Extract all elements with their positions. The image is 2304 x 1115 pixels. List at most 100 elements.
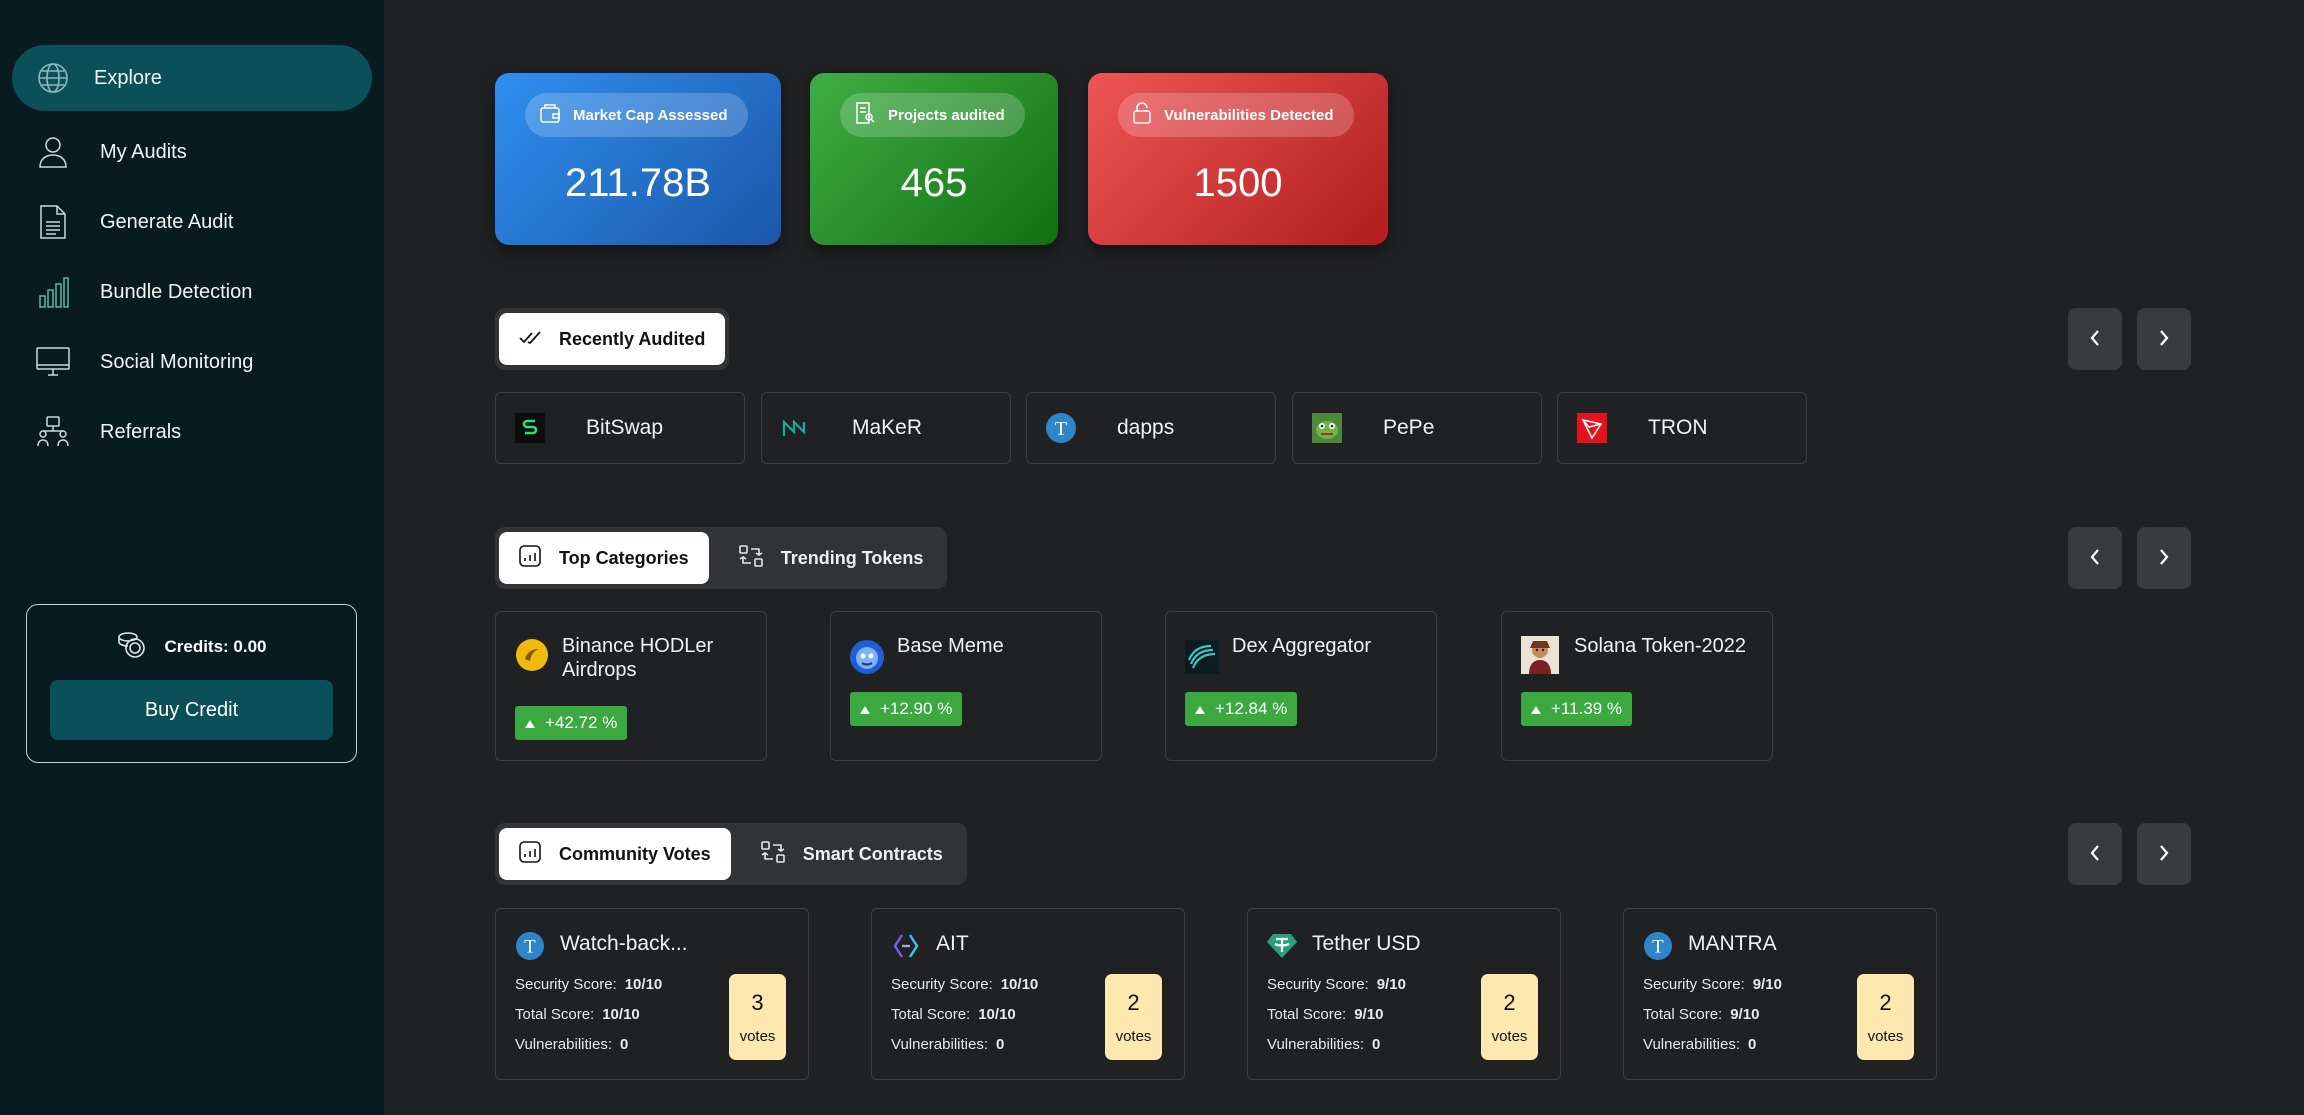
recent-token-dapps[interactable]: T dapps: [1026, 392, 1276, 464]
recent-token-maker[interactable]: MaKeR: [761, 392, 1011, 464]
vulnerabilities-label: Vulnerabilities:: [515, 1036, 612, 1053]
votes-badge[interactable]: 2 votes: [1857, 974, 1914, 1060]
total-score-row: Total Score: 10/10: [891, 1006, 1016, 1023]
votes-label: votes: [1115, 1028, 1152, 1045]
recently-audited-tabs: Recently Audited: [495, 308, 730, 370]
security-score-label: Security Score:: [891, 976, 993, 993]
tab-smart-contracts[interactable]: Smart Contracts: [741, 828, 963, 880]
stat-value: 1500: [1193, 161, 1283, 205]
stat-card-market-cap: Market Cap Assessed 211.78B: [495, 73, 781, 245]
recent-prev-button[interactable]: [2068, 308, 2122, 370]
votes-count: 2: [1127, 990, 1140, 1015]
triangle-up-icon: [860, 699, 870, 719]
tab-label: Recently Audited: [559, 328, 706, 349]
nav-label: My Audits: [100, 140, 187, 163]
stat-label: Market Cap Assessed: [573, 106, 728, 124]
transfer-icon: [760, 840, 785, 868]
change-value: +42.72 %: [545, 713, 618, 732]
security-score-label: Security Score:: [1643, 976, 1745, 993]
recent-token-pepe[interactable]: PePe: [1292, 392, 1542, 464]
nav-item-referrals[interactable]: Referrals: [12, 399, 372, 465]
chevron-left-icon: [2089, 548, 2101, 569]
change-value: +11.39 %: [1551, 699, 1623, 718]
vulnerabilities-label: Vulnerabilities:: [891, 1036, 988, 1053]
maker-logo-icon: [780, 412, 812, 444]
tab-label: Trending Tokens: [780, 547, 924, 568]
coins-icon: [116, 629, 146, 664]
category-name: Dex Aggregator: [1232, 635, 1371, 657]
recent-next-button[interactable]: [2137, 308, 2191, 370]
vote-card[interactable]: Tether USD Security Score: 9/10 Total Sco…: [1247, 908, 1561, 1080]
chevron-right-icon: [2158, 329, 2170, 350]
category-card[interactable]: Dex Aggregator +12.84 %: [1165, 611, 1437, 761]
vote-card[interactable]: T Watch-back... Security Score: 10/10 Tot…: [495, 908, 809, 1080]
vulnerabilities-value: 0: [1372, 1036, 1381, 1053]
security-score-row: Security Score: 9/10: [1643, 976, 1782, 993]
change-value: +12.90 %: [880, 699, 953, 718]
nav-item-explore[interactable]: Explore: [12, 45, 372, 111]
stat-card-vulnerabilities: Vulnerabilities Detected 1500: [1088, 73, 1388, 245]
votes-badge[interactable]: 2 votes: [1481, 974, 1538, 1060]
category-name: Base Meme: [897, 635, 1004, 657]
votes-badge[interactable]: 3 votes: [729, 974, 786, 1060]
wallet-icon: [539, 102, 561, 128]
nav-label: Explore: [94, 66, 162, 89]
change-value: +12.84 %: [1215, 699, 1288, 718]
tab-community-votes[interactable]: Community Votes: [499, 828, 731, 880]
nav-item-social-monitoring[interactable]: Social Monitoring: [12, 329, 372, 395]
votes-label: votes: [739, 1028, 776, 1045]
nav-label: Referrals: [100, 420, 182, 443]
votes-label: votes: [1867, 1028, 1904, 1045]
globe-icon: [36, 61, 70, 95]
stat-label-pill: Market Cap Assessed: [525, 93, 748, 137]
network-icon: [36, 415, 70, 449]
recent-token-tron[interactable]: TRON: [1557, 392, 1807, 464]
security-score-value: 10/10: [624, 976, 663, 993]
tab-top-categories[interactable]: Top Categories: [499, 532, 709, 584]
buy-credit-button[interactable]: Buy Credit: [50, 680, 333, 740]
tab-trending-tokens[interactable]: Trending Tokens: [719, 532, 944, 584]
security-score-value: 9/10: [1376, 976, 1406, 993]
votes-count: 2: [1879, 990, 1892, 1015]
votes-badge[interactable]: 2 votes: [1105, 974, 1162, 1060]
tab-recently-audited[interactable]: Recently Audited: [499, 313, 726, 365]
transfer-icon: [738, 544, 763, 572]
svg-text:T: T: [1652, 937, 1664, 958]
vulnerabilities-label: Vulnerabilities:: [1643, 1036, 1740, 1053]
security-score-row: Security Score: 9/10: [1267, 976, 1406, 993]
community-next-button[interactable]: [2137, 823, 2191, 885]
nav-label: Social Monitoring: [100, 350, 254, 373]
categories-prev-button[interactable]: [2068, 527, 2122, 589]
security-score-row: Security Score: 10/10: [891, 976, 1038, 993]
credits-balance: Credits: 0.00: [164, 636, 267, 656]
vote-card[interactable]: T MANTRA Security Score: 9/10 Total Score…: [1623, 908, 1937, 1080]
recent-token-bitswap[interactable]: BitSwap: [495, 392, 745, 464]
tab-label: Top Categories: [559, 547, 689, 568]
total-score-value: 10/10: [602, 1006, 640, 1023]
category-card[interactable]: Base Meme +12.90 %: [830, 611, 1102, 761]
bitswap-logo-icon: [514, 412, 546, 444]
security-score-row: Security Score: 10/10: [515, 976, 662, 993]
chevron-left-icon: [2089, 844, 2101, 865]
solana-token-logo-icon: [1521, 636, 1559, 674]
categories-next-button[interactable]: [2137, 527, 2191, 589]
token-name: dapps: [1117, 416, 1175, 439]
category-name: Binance HODLer Airdrops: [562, 635, 714, 681]
change-badge: +12.90 %: [850, 692, 963, 726]
tether-t-logo-icon: T: [1045, 412, 1077, 444]
vote-card[interactable]: AIT Security Score: 10/10 Total Score: 10/…: [871, 908, 1185, 1080]
nav-item-bundle-detection[interactable]: Bundle Detection: [12, 259, 372, 325]
vulnerabilities-row: Vulnerabilities: 0: [1267, 1036, 1380, 1053]
community-prev-button[interactable]: [2068, 823, 2122, 885]
audit-report-icon: [854, 102, 876, 128]
bar-chart-icon: [36, 275, 70, 309]
token-name: AIT: [936, 932, 969, 955]
nav-item-generate-audit[interactable]: Generate Audit: [12, 189, 372, 255]
security-score-label: Security Score:: [515, 976, 617, 993]
vulnerabilities-row: Vulnerabilities: 0: [891, 1036, 1004, 1053]
double-check-icon: [519, 329, 541, 350]
nav-item-my-audits[interactable]: My Audits: [12, 119, 372, 185]
category-card[interactable]: Binance HODLer Airdrops +42.72 %: [495, 611, 767, 761]
token-name: BitSwap: [586, 416, 664, 439]
category-card[interactable]: Solana Token-2022 +11.39 %: [1501, 611, 1773, 761]
